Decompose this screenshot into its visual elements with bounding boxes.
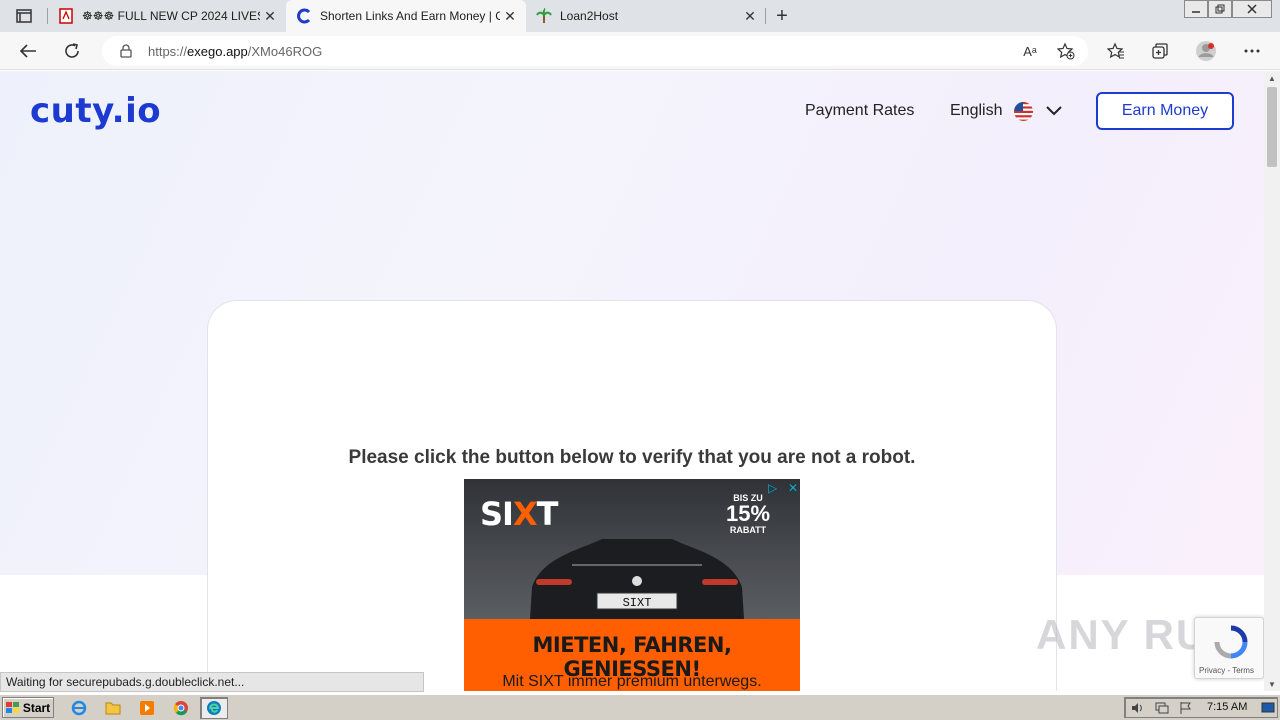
show-desktop-icon[interactable] bbox=[1261, 701, 1275, 718]
back-icon[interactable] bbox=[14, 38, 42, 64]
start-label: Start bbox=[22, 700, 51, 715]
palm-tree-icon bbox=[536, 8, 552, 24]
sixt-advertisement[interactable]: SIXT BIS ZU 15% RABATT SIXT MIETEN, FAHR… bbox=[464, 479, 800, 691]
scroll-thumb[interactable] bbox=[1267, 87, 1277, 167]
browser-tab-strip: ☸☸☸ FULL NEW CP 2024 LIVES ✕ Shorten Lin… bbox=[0, 0, 1280, 32]
address-bar[interactable]: https:// exego.app /XMo46ROG bbox=[102, 36, 1088, 66]
verify-message: Please click the button below to verify … bbox=[348, 447, 916, 468]
earn-money-button[interactable]: Earn Money bbox=[1096, 92, 1234, 130]
recaptcha-links[interactable]: Privacy - Terms bbox=[1199, 666, 1254, 675]
close-tab-icon[interactable]: ✕ bbox=[500, 6, 520, 26]
restore-icon[interactable] bbox=[1208, 0, 1232, 18]
pdf-icon bbox=[58, 8, 74, 24]
scroll-up-icon[interactable]: ▲ bbox=[1264, 71, 1280, 85]
language-selector[interactable]: English bbox=[950, 102, 1002, 120]
tab-separator bbox=[765, 8, 766, 24]
read-aloud-icon[interactable]: Aᵃ bbox=[1016, 38, 1044, 64]
ad-choices[interactable]: ▷ ✕ bbox=[768, 481, 798, 495]
chrome-icon[interactable] bbox=[172, 699, 190, 717]
close-tab-icon[interactable]: ✕ bbox=[260, 6, 280, 26]
site-logo[interactable]: cuty.io bbox=[30, 91, 161, 131]
cuty-icon bbox=[296, 8, 312, 24]
ad-banner[interactable]: MIETEN, FAHREN, GENIESSEN! Mit SIXT imme… bbox=[464, 619, 800, 691]
clock[interactable]: 7:15 AM bbox=[1207, 701, 1247, 713]
ad-subline: Mit SIXT immer premium unterwegs. bbox=[502, 673, 762, 690]
verification-card: Please click the button below to verify … bbox=[207, 300, 1057, 691]
page-scrollbar[interactable]: ▲ ▼ bbox=[1264, 71, 1280, 691]
ad-image[interactable]: SIXT BIS ZU 15% RABATT SIXT bbox=[464, 479, 800, 619]
close-tab-icon[interactable]: ✕ bbox=[740, 6, 760, 26]
url-prefix: https:// bbox=[148, 43, 188, 59]
tab-2[interactable]: Shorten Links And Earn Money | C ✕ bbox=[286, 0, 526, 32]
settings-more-icon[interactable] bbox=[1238, 38, 1266, 64]
tab-1[interactable]: ☸☸☸ FULL NEW CP 2024 LIVES ✕ bbox=[48, 0, 286, 32]
chevron-down-icon[interactable] bbox=[1046, 104, 1062, 118]
close-window-icon[interactable] bbox=[1232, 0, 1272, 18]
web-page: cuty.io Payment Rates English Earn Money… bbox=[0, 71, 1264, 691]
tab-title: ☸☸☸ FULL NEW CP 2024 LIVES bbox=[82, 9, 260, 23]
tab-actions-icon[interactable] bbox=[8, 6, 40, 26]
network-icon[interactable] bbox=[1155, 701, 1169, 718]
collections-icon[interactable] bbox=[1146, 38, 1174, 64]
scroll-down-icon[interactable]: ▼ bbox=[1264, 677, 1280, 691]
badge-value: 15% bbox=[725, 501, 771, 526]
profile-avatar[interactable] bbox=[1192, 38, 1220, 64]
start-button[interactable]: Start bbox=[2, 697, 54, 718]
ad-info-icon[interactable]: ▷ bbox=[768, 481, 777, 495]
tab-title: Shorten Links And Earn Money | C bbox=[320, 9, 500, 23]
minimize-icon[interactable] bbox=[1184, 0, 1208, 18]
media-player-icon[interactable] bbox=[138, 699, 156, 717]
payment-rates-link[interactable]: Payment Rates bbox=[805, 102, 914, 120]
favorites-icon[interactable] bbox=[1102, 38, 1130, 64]
new-tab-button[interactable]: + bbox=[770, 4, 794, 28]
car-image: SIXT bbox=[530, 539, 744, 619]
file-explorer-icon[interactable] bbox=[104, 699, 122, 717]
flag-icon[interactable] bbox=[1179, 701, 1193, 718]
url-path: /XMo46ROG bbox=[247, 43, 323, 59]
add-favorite-icon[interactable] bbox=[1052, 38, 1080, 64]
system-tray: 7:15 AM bbox=[1124, 697, 1278, 718]
status-bar: Waiting for securepubads.g.doubleclick.n… bbox=[0, 672, 424, 692]
lock-icon[interactable] bbox=[118, 44, 134, 58]
us-flag-icon[interactable] bbox=[1014, 102, 1033, 121]
internet-explorer-icon[interactable] bbox=[70, 699, 88, 717]
tab-separator bbox=[47, 8, 48, 24]
windows-logo-icon bbox=[5, 701, 19, 713]
browser-toolbar: https:// exego.app /XMo46ROG Aᵃ bbox=[0, 32, 1280, 70]
recaptcha-badge[interactable]: Privacy - Terms bbox=[1194, 617, 1264, 679]
volume-icon[interactable] bbox=[1131, 701, 1145, 718]
edge-icon[interactable] bbox=[200, 697, 228, 719]
url-host: exego.app bbox=[187, 43, 248, 59]
tab-3[interactable]: Loan2Host ✕ bbox=[526, 0, 766, 32]
ad-close-icon[interactable]: ✕ bbox=[788, 481, 798, 495]
windows-taskbar: Start 7:15 AM bbox=[0, 694, 1280, 720]
recaptcha-icon bbox=[1214, 625, 1248, 659]
license-plate-text: SIXT bbox=[623, 596, 652, 610]
refresh-icon[interactable] bbox=[58, 38, 86, 64]
tab-title: Loan2Host bbox=[560, 9, 619, 23]
